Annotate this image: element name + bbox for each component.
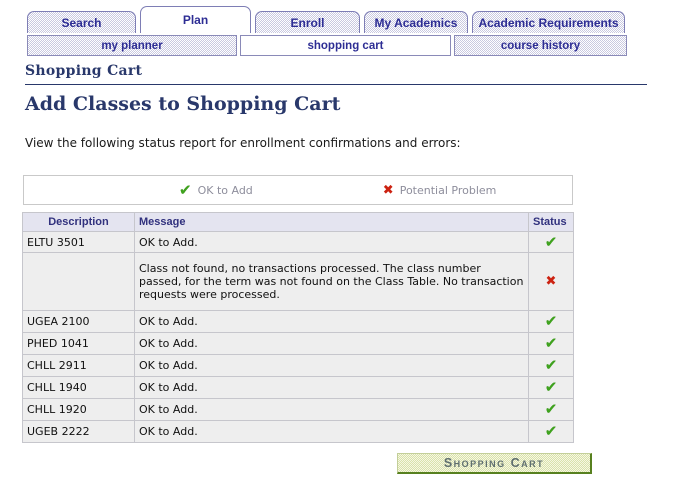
table-row: Class not found, no transactions process… (23, 253, 574, 311)
subtab-my-planner[interactable]: my planner (27, 35, 237, 56)
ok-check-icon: ✔ (545, 312, 558, 330)
tab-my-academics[interactable]: My Academics (364, 11, 468, 33)
ok-check-icon: ✔ (545, 356, 558, 374)
cell-message: OK to Add. (135, 333, 529, 355)
enrollment-status-table: Description Message Status ELTU 3501 OK … (22, 212, 574, 443)
table-row: ELTU 3501 OK to Add. ✔ (23, 232, 574, 253)
ok-check-icon: ✔ (545, 233, 558, 251)
tab-enroll[interactable]: Enroll (255, 11, 360, 33)
ok-check-icon: ✔ (545, 400, 558, 418)
cell-message: OK to Add. (135, 355, 529, 377)
cell-description: ELTU 3501 (23, 232, 135, 253)
table-row: CHLL 1920 OK to Add. ✔ (23, 399, 574, 421)
cell-status: ✔ (529, 421, 574, 443)
legend-ok-label: OK to Add (198, 184, 253, 197)
section-heading: Shopping Cart (25, 63, 647, 85)
cell-message: OK to Add. (135, 399, 529, 421)
ok-check-icon: ✔ (545, 334, 558, 352)
cell-description: CHLL 1940 (23, 377, 135, 399)
tab-search-label: Search (61, 16, 101, 30)
legend-ok-item: ✔ OK to Add (179, 183, 253, 198)
cell-status: ✖ (529, 253, 574, 311)
ok-check-icon: ✔ (545, 378, 558, 396)
cell-description: CHLL 1920 (23, 399, 135, 421)
cell-message: OK to Add. (135, 232, 529, 253)
tab-plan-label: Plan (183, 13, 208, 27)
tab-enroll-label: Enroll (290, 16, 324, 30)
sub-tab-bar: my planner shopping cart course history (27, 35, 627, 56)
problem-cross-icon: ✖ (383, 184, 394, 197)
cell-description: UGEB 2222 (23, 421, 135, 443)
subtab-my-planner-label: my planner (101, 40, 162, 52)
table-row: PHED 1041 OK to Add. ✔ (23, 333, 574, 355)
header-message: Message (135, 213, 529, 232)
problem-cross-icon: ✖ (546, 274, 557, 289)
header-description: Description (23, 213, 135, 232)
table-row: CHLL 2911 OK to Add. ✔ (23, 355, 574, 377)
header-status: Status (529, 213, 574, 232)
cell-status: ✔ (529, 333, 574, 355)
tab-my-academics-label: My Academics (375, 16, 458, 30)
table-row: CHLL 1940 OK to Add. ✔ (23, 377, 574, 399)
status-legend: ✔ OK to Add ✖ Potential Problem (23, 175, 573, 205)
cell-description: PHED 1041 (23, 333, 135, 355)
cell-message: OK to Add. (135, 377, 529, 399)
tab-search[interactable]: Search (27, 11, 136, 33)
tab-academic-requirements-label: Academic Requirements (478, 16, 618, 30)
cell-message: Class not found, no transactions process… (135, 253, 529, 311)
shopping-cart-button[interactable]: Shopping Cart (397, 453, 592, 474)
cell-message: OK to Add. (135, 311, 529, 333)
subtab-shopping-cart-label: shopping cart (307, 40, 383, 52)
table-header-row: Description Message Status (23, 213, 574, 232)
subtab-shopping-cart[interactable]: shopping cart (240, 35, 451, 56)
tab-academic-requirements[interactable]: Academic Requirements (472, 11, 625, 33)
legend-problem-label: Potential Problem (400, 184, 497, 197)
table-row: UGEB 2222 OK to Add. ✔ (23, 421, 574, 443)
cell-description: CHLL 2911 (23, 355, 135, 377)
cell-status: ✔ (529, 377, 574, 399)
tab-plan[interactable]: Plan (140, 6, 251, 33)
cell-status: ✔ (529, 399, 574, 421)
legend-problem-item: ✖ Potential Problem (383, 184, 497, 197)
ok-check-icon: ✔ (179, 183, 192, 198)
shopping-cart-page: Search Plan Enroll My Academics Academic… (0, 0, 675, 483)
cell-message: OK to Add. (135, 421, 529, 443)
cell-status: ✔ (529, 355, 574, 377)
cell-status: ✔ (529, 232, 574, 253)
ok-check-icon: ✔ (545, 422, 558, 440)
page-title: Add Classes to Shopping Cart (25, 93, 340, 115)
subtab-course-history[interactable]: course history (454, 35, 627, 56)
cell-description (23, 253, 135, 311)
cell-description: UGEA 2100 (23, 311, 135, 333)
table-row: UGEA 2100 OK to Add. ✔ (23, 311, 574, 333)
main-tab-bar: Search Plan Enroll My Academics Academic… (27, 6, 625, 33)
subtab-course-history-label: course history (501, 40, 580, 52)
cell-status: ✔ (529, 311, 574, 333)
instruction-text: View the following status report for enr… (25, 136, 461, 150)
